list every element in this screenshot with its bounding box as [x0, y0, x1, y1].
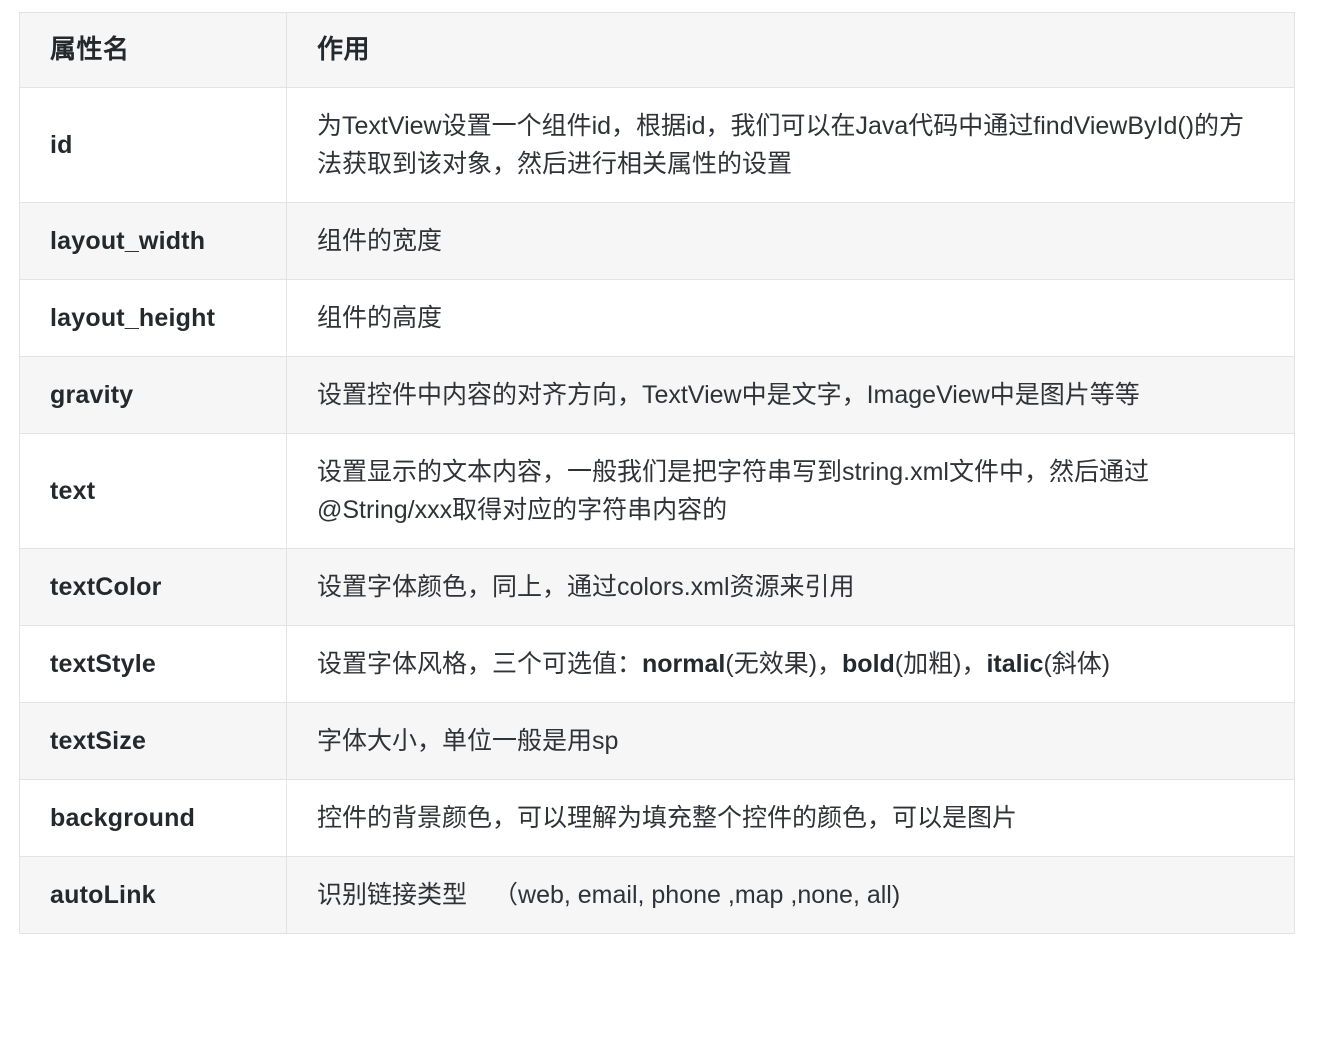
description-mid-text-2: (加粗)，: [894, 649, 987, 678]
description-tail-text: (斜体): [1043, 649, 1111, 678]
document-page: 属性名 作用 id 为TextView设置一个组件id，根据id，我们可以在Ja…: [0, 0, 1336, 1039]
attribute-name-cell: background: [19, 778, 287, 857]
attribute-description-cell: 组件的宽度: [286, 201, 1295, 280]
description-mid-text-1: (无效果)，: [725, 649, 843, 678]
table-row: background 控件的背景颜色，可以理解为填充整个控件的颜色，可以是图片: [19, 778, 1295, 857]
attribute-description-cell: 字体大小，单位一般是用sp: [286, 701, 1295, 780]
attribute-name-cell: textStyle: [19, 624, 287, 703]
table-body: id 为TextView设置一个组件id，根据id，我们可以在Java代码中通过…: [19, 86, 1295, 934]
attribute-name-cell: layout_height: [19, 278, 287, 357]
table-row: gravity 设置控件中内容的对齐方向，TextView中是文字，ImageV…: [19, 355, 1295, 434]
attribute-name-cell: gravity: [19, 355, 287, 434]
attribute-description-cell: 设置字体风格，三个可选值：normal(无效果)，bold(加粗)，italic…: [286, 624, 1295, 703]
column-header-attribute-name: 属性名: [19, 12, 287, 88]
attribute-name-cell: id: [19, 86, 287, 203]
description-lead-text: 识别链接类型: [317, 880, 468, 909]
table-header-row: 属性名 作用: [19, 12, 1295, 88]
attribute-name-cell: textColor: [19, 547, 287, 626]
value-term-italic: italic: [986, 649, 1044, 678]
attribute-description-cell: 设置显示的文本内容，一般我们是把字符串写到string.xml文件中，然后通过@…: [286, 432, 1295, 549]
attribute-name-cell: textSize: [19, 701, 287, 780]
attribute-description-cell: 组件的高度: [286, 278, 1295, 357]
table-row: textSize 字体大小，单位一般是用sp: [19, 701, 1295, 780]
attribute-name-cell: autoLink: [19, 855, 287, 934]
attribute-description-cell: 识别链接类型 （web, email, phone ,map ,none, all…: [286, 855, 1295, 934]
attribute-name-cell: text: [19, 432, 287, 549]
attribute-description-cell: 设置字体颜色，同上，通过colors.xml资源来引用: [286, 547, 1295, 626]
attribute-description-cell: 控件的背景颜色，可以理解为填充整个控件的颜色，可以是图片: [286, 778, 1295, 857]
description-lead-text: 设置字体风格，三个可选值：: [317, 649, 643, 678]
table-row: layout_width 组件的宽度: [19, 201, 1295, 280]
table-row: layout_height 组件的高度: [19, 278, 1295, 357]
table-row: textColor 设置字体颜色，同上，通过colors.xml资源来引用: [19, 547, 1295, 626]
column-header-description: 作用: [286, 12, 1295, 88]
value-term-normal: normal: [642, 649, 726, 678]
value-term-bold: bold: [842, 649, 895, 678]
description-tail-text: （web, email, phone ,map ,none, all): [493, 880, 901, 909]
attribute-name-cell: layout_width: [19, 201, 287, 280]
table-row: textStyle 设置字体风格，三个可选值：normal(无效果)，bold(…: [19, 624, 1295, 703]
table-row: id 为TextView设置一个组件id，根据id，我们可以在Java代码中通过…: [19, 86, 1295, 203]
table-row: text 设置显示的文本内容，一般我们是把字符串写到string.xml文件中，…: [19, 432, 1295, 549]
attribute-description-cell: 为TextView设置一个组件id，根据id，我们可以在Java代码中通过fin…: [286, 86, 1295, 203]
attribute-description-cell: 设置控件中内容的对齐方向，TextView中是文字，ImageView中是图片等…: [286, 355, 1295, 434]
table-row: autoLink 识别链接类型 （web, email, phone ,map ,…: [19, 855, 1295, 934]
textview-attributes-table: 属性名 作用 id 为TextView设置一个组件id，根据id，我们可以在Ja…: [19, 12, 1295, 934]
table-header: 属性名 作用: [19, 12, 1295, 88]
